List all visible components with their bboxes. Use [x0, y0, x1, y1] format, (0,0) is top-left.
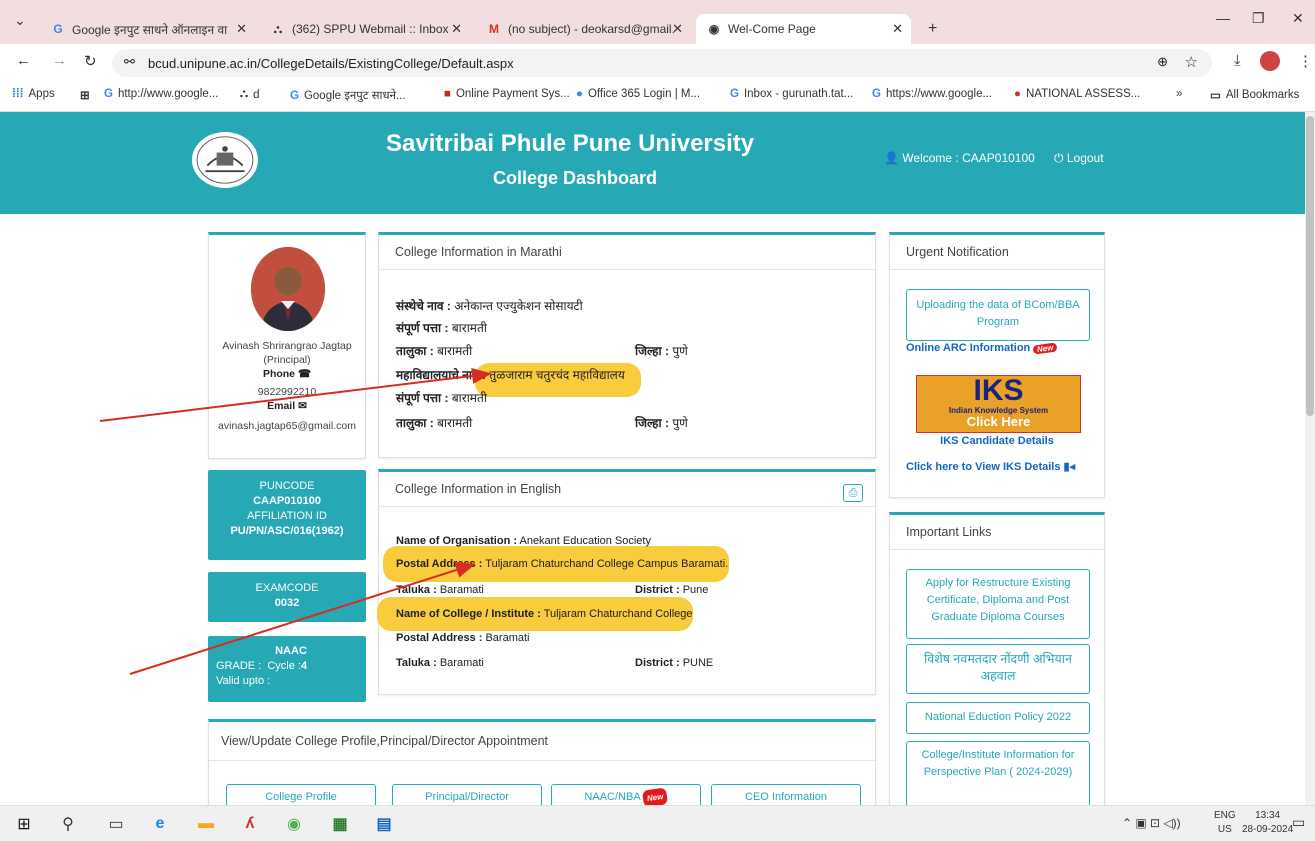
edge-icon[interactable]: e	[148, 812, 172, 836]
tab-gmail[interactable]: M (no subject) - deokarsd@gmail. ✕	[476, 14, 691, 44]
annotation-arrow	[129, 562, 476, 675]
bookmark-grid[interactable]: ⊞	[80, 88, 95, 102]
tab-title: Wel-Come Page	[728, 22, 816, 36]
annotation-arrows	[99, 367, 492, 675]
google-icon: G	[872, 88, 881, 100]
naac-icon: ●	[1014, 88, 1021, 100]
google-icon: G	[53, 22, 63, 36]
windows-taskbar: ⊞ ⚲ ▭ e ▬ ʎ ◉ ▦ ▤ ⌃ ▣ ⊡ ◁)) ENG US 13:34 2…	[0, 805, 1315, 841]
tab-title: (362) SPPU Webmail :: Inbox	[292, 22, 449, 36]
bookmarks-bar: ⁞⁞⁞ Apps ⊞ Ghttp://www.google... ⛬ d G Goog…	[0, 80, 1315, 112]
menu-icon[interactable]: ⋮	[1298, 52, 1313, 70]
gmail-icon: M	[489, 22, 499, 36]
page-content: Savitribai Phule Pune University College…	[0, 112, 1315, 805]
new-tab-button[interactable]: +	[918, 14, 948, 44]
university-icon: ⛬	[240, 88, 249, 100]
lang-text: ENG	[1214, 810, 1236, 821]
url-text: bcud.unipune.ac.in/CollegeDetails/Existi…	[148, 55, 514, 71]
tab-title: (no subject) - deokarsd@gmail.	[508, 22, 675, 36]
zoom-icon[interactable]: ⊕	[1157, 54, 1168, 70]
bookmark-label: https://www.google...	[885, 88, 993, 100]
forward-icon[interactable]: →	[52, 52, 67, 69]
bookmark-inbox[interactable]: G Inbox - gurunath.tat...	[730, 88, 853, 100]
minimize-icon[interactable]: —	[1216, 10, 1230, 26]
clock[interactable]: 13:34 28-09-2024	[1242, 809, 1293, 837]
acrobat-icon[interactable]: ʎ	[238, 812, 262, 836]
language-indicator[interactable]: ENG US	[1214, 809, 1236, 837]
globe-icon: ◉	[708, 22, 720, 36]
bookmark-label: NATIONAL ASSESS...	[1025, 88, 1141, 100]
download-icon[interactable]: ⤓	[1234, 52, 1241, 69]
tray-icons[interactable]: ⌃ ▣ ⊡ ◁))	[1122, 816, 1181, 830]
notification-icon[interactable]: ▭	[1292, 814, 1305, 831]
address-bar-row: ← → ↻ ⚯ bcud.unipune.ac.in/CollegeDetail…	[0, 44, 1315, 80]
close-window-icon[interactable]: ✕	[1292, 10, 1304, 27]
bookmark-naac[interactable]: ● NATIONAL ASSESS...	[1014, 88, 1140, 100]
bookmark-d[interactable]: ⛬ d	[240, 88, 259, 101]
windows-start-icon[interactable]: ⊞	[12, 812, 36, 836]
bookmark-label: All Bookmarks	[1225, 89, 1300, 101]
folder-icon: ▭	[1210, 90, 1221, 102]
close-icon[interactable]: ✕	[236, 21, 247, 37]
bookmark-label: Google इनपुट साधने...	[303, 90, 406, 102]
tab-google-input[interactable]: G Google इनपुट साधने ऑनलाइन वा ✕	[40, 14, 255, 44]
reload-icon[interactable]: ↻	[84, 52, 97, 70]
star-icon[interactable]: ☆	[1185, 53, 1198, 71]
tab-welcome-page[interactable]: ◉ Wel-Come Page ✕	[696, 14, 911, 44]
google-icon: G	[730, 88, 739, 100]
back-icon[interactable]: ←	[16, 52, 31, 69]
close-icon[interactable]: ✕	[672, 21, 683, 37]
bookmark-label: Apps	[28, 88, 55, 100]
google-icon: G	[104, 88, 113, 100]
date-text: 28-09-2024	[1242, 824, 1294, 835]
bookmark-office365[interactable]: ● Office 365 Login | M...	[576, 88, 700, 100]
payment-icon: ■	[444, 88, 451, 100]
bookmark-label: d	[253, 88, 260, 101]
bookmark-online-payment[interactable]: ■ Online Payment Sys...	[444, 88, 570, 100]
word-icon[interactable]: ▤	[372, 812, 396, 836]
tab-title: Google इनपुट साधने ऑनलाइन वा	[72, 22, 228, 37]
bookmark-apps[interactable]: ⁞⁞⁞ Apps	[12, 88, 55, 100]
browser-tab-strip: ⌄ G Google इनपुट साधने ऑनलाइन वा ✕ ⛬ (36…	[0, 0, 1315, 44]
university-icon: ⛬	[273, 21, 283, 36]
site-info-icon[interactable]: ⚯	[124, 54, 135, 70]
tab-sppu-webmail[interactable]: ⛬ (362) SPPU Webmail :: Inbox ✕	[260, 14, 470, 44]
bookmark-google-input[interactable]: G Google इनपुट साधने...	[290, 88, 406, 103]
excel-icon[interactable]: ▦	[328, 812, 352, 836]
region-text: US	[1217, 824, 1232, 835]
profile-avatar[interactable]	[1260, 51, 1280, 71]
office-icon: ●	[576, 88, 583, 100]
annotation-arrow	[99, 367, 492, 422]
bookmark-label: Office 365 Login | M...	[587, 88, 701, 100]
bookmark-google-2[interactable]: Ghttps://www.google...	[872, 88, 992, 100]
task-view-icon[interactable]: ▭	[104, 812, 128, 836]
bookmark-google[interactable]: Ghttp://www.google...	[104, 88, 218, 100]
time-text: 13:34	[1255, 810, 1281, 821]
search-icon[interactable]: ⚲	[56, 812, 80, 836]
close-icon[interactable]: ✕	[451, 21, 462, 37]
apps-icon: ⁞⁞⁞	[12, 88, 24, 100]
bookmark-label: http://www.google...	[117, 88, 219, 100]
all-bookmarks[interactable]: ▭ All Bookmarks	[1210, 88, 1299, 102]
grid-icon: ⊞	[80, 90, 90, 102]
google-icon: G	[290, 89, 299, 102]
bookmark-label: Online Payment Sys...	[455, 88, 570, 100]
url-field[interactable]: ⚯ bcud.unipune.ac.in/CollegeDetails/Exis…	[112, 49, 1212, 77]
more-bookmarks-button[interactable]: »	[1176, 88, 1182, 100]
close-icon[interactable]: ✕	[892, 21, 903, 37]
chrome-icon[interactable]: ◉	[282, 812, 306, 836]
restore-icon[interactable]: ❐	[1252, 10, 1265, 27]
file-explorer-icon[interactable]: ▬	[194, 812, 218, 836]
bookmark-label: Inbox - gurunath.tat...	[743, 88, 854, 100]
